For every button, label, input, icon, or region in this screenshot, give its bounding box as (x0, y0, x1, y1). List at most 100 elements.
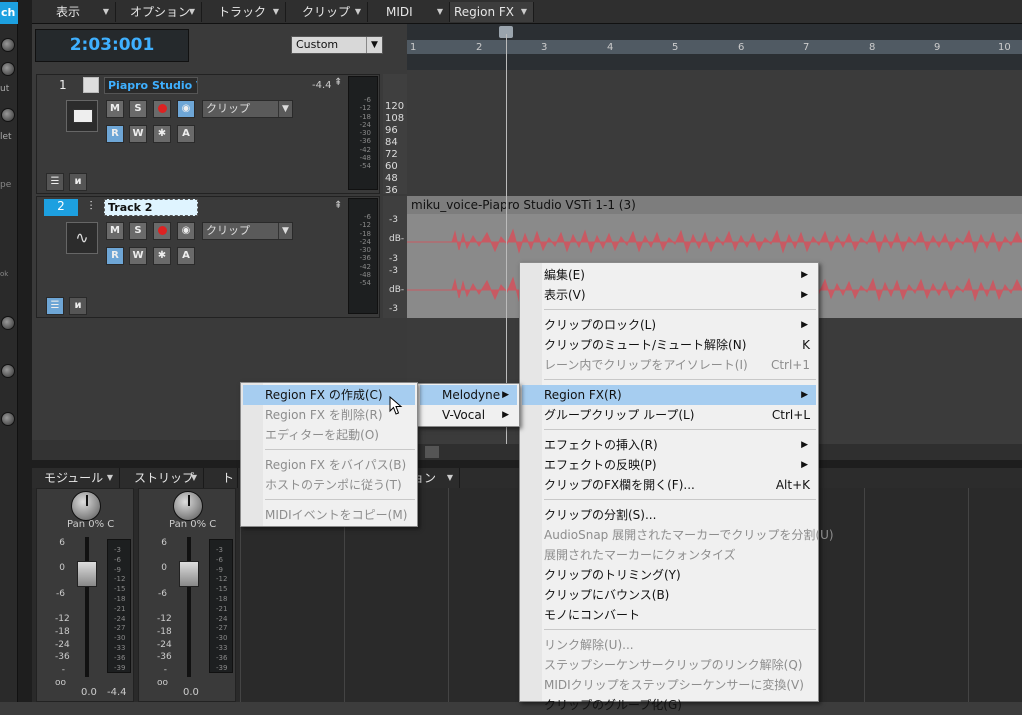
chevron-down-icon: ▼ (106, 473, 113, 482)
channel-tab[interactable]: ch (0, 2, 18, 24)
menu-item-v-vocal[interactable]: V-Vocal ▶ (420, 405, 517, 425)
waveform-icon[interactable]: ∿ (66, 222, 98, 254)
fader-scale: -6 (158, 588, 167, 599)
mute-button[interactable]: M (106, 222, 124, 240)
knob-icon[interactable] (1, 412, 15, 426)
ruler-bar[interactable] (407, 40, 1022, 54)
time-display[interactable]: 2:03:001 (35, 29, 189, 62)
menu-item-view[interactable]: 表示(V) ▶ (522, 285, 816, 305)
record-icon (157, 104, 167, 113)
menu-modules[interactable]: モジュール ▼ (36, 468, 120, 488)
menu-item-convert-to-step-sequencer[interactable]: MIDIクリップをステップシーケンサーに変換(V) (522, 675, 816, 695)
write-automation-button[interactable]: W (129, 247, 147, 265)
knob-icon[interactable] (1, 316, 15, 330)
menu-item-clip-mute[interactable]: クリップのミュート/ミュート解除(N) K (522, 335, 816, 355)
lanes-icon[interactable]: ☰ (46, 297, 64, 315)
menu-item-convert-to-mono[interactable]: モノにコンバート (522, 605, 816, 625)
db-scale: -3 dB- -3 -3 dB- -3 (383, 196, 407, 318)
menu-item-region-fx[interactable]: Region FX(R) ▶ (522, 385, 816, 405)
menu-item-bounce-to-clip[interactable]: クリップにバウンス(B) (522, 585, 816, 605)
record-arm-button[interactable] (153, 222, 171, 240)
menu-item-melodyne[interactable]: Melodyne ▶ (420, 385, 517, 405)
menu-item-groove-clip-loop[interactable]: グループクリップ ループ(L) Ctrl+L (522, 405, 816, 425)
menu-item-audiosnap-split[interactable]: AudioSnap 展開されたマーカーでクリップを分割(U) (522, 525, 834, 545)
menu-item-copy-midi-events[interactable]: MIDIイベントをコピー(M) (243, 505, 415, 525)
menu-item-split-clip[interactable]: クリップの分割(S)... (522, 505, 816, 525)
expand-icon[interactable]: ⇞ (334, 200, 342, 211)
scale-label: -3 (389, 304, 398, 314)
track-input-select[interactable]: クリップ ▼ (202, 100, 293, 118)
peak-value: -4.4 (107, 687, 127, 698)
menu-label: オプション (130, 5, 191, 19)
scroll-thumb[interactable] (425, 446, 439, 458)
region-fx-submenu: Melodyne ▶ V-Vocal ▶ (417, 383, 520, 427)
instrument-icon[interactable] (66, 100, 98, 132)
menu-item-open-clip-fx[interactable]: クリップのFX欄を開く(F)... Alt+K (522, 475, 816, 495)
track-name-field[interactable]: Track 2 (104, 199, 198, 216)
menu-item-trim-clip[interactable]: クリップのトリミング(Y) (522, 565, 816, 585)
clip-title[interactable]: miku_voice-Piapro Studio VSTi 1-1 (3) (407, 196, 1022, 214)
menu-item-unlink-step-sequencer[interactable]: ステップシーケンサークリップのリンク解除(Q) (522, 655, 816, 675)
input-value: クリップ (206, 224, 250, 237)
chevron-down-icon: ▼ (272, 7, 279, 16)
pan-knob[interactable] (71, 491, 101, 521)
menu-region-fx[interactable]: Region FX ▼ (450, 2, 534, 22)
track-number[interactable]: 2 (44, 199, 78, 216)
volume-fader[interactable] (77, 561, 97, 587)
solo-button[interactable]: S (129, 100, 147, 118)
menu-item-clip-lock[interactable]: クリップのロック(L) ▶ (522, 315, 816, 335)
knob-icon[interactable] (1, 364, 15, 378)
menu-item-unlink[interactable]: リンク解除(U)... (522, 635, 816, 655)
track-name-field[interactable]: Piapro Studio V (104, 77, 198, 94)
freeze-button[interactable]: ✱ (153, 125, 171, 143)
menu-options[interactable]: オプション ▼ (116, 2, 202, 22)
knob-icon[interactable] (1, 108, 15, 122)
expand-icon[interactable]: ⇞ (334, 77, 342, 88)
track-input-select[interactable]: クリップ ▼ (202, 222, 293, 240)
read-automation-button[interactable]: R (106, 125, 124, 143)
clip-context-menu: 編集(E) ▶ 表示(V) ▶ クリップのロック(L) ▶ クリップのミュート/ミュー… (519, 262, 834, 712)
preset-select[interactable]: Custom ▼ (291, 36, 383, 54)
fader-scale: -18 (157, 626, 172, 637)
menu-item-label: クリップのトリミング(Y) (544, 568, 681, 582)
automation-icon[interactable]: ᴎ (69, 173, 87, 191)
volume-fader[interactable] (179, 561, 199, 587)
archive-button[interactable]: A (177, 125, 195, 143)
automation-icon[interactable]: ᴎ (69, 297, 87, 315)
menu-item-isolate-clip[interactable]: レーン内でクリップをアイソレート(I) Ctrl+1 (522, 355, 816, 375)
menu-view[interactable]: 表示 ▼ (32, 2, 116, 22)
menu-item-apply-effect[interactable]: エフェクトの反映(P) ▶ (522, 455, 816, 475)
splitter[interactable] (18, 0, 32, 702)
strip-label: ut (0, 84, 10, 94)
menu-item-edit[interactable]: 編集(E) ▶ (522, 265, 816, 285)
menu-track[interactable]: トラック ▼ (202, 2, 286, 22)
archive-button[interactable]: A (177, 247, 195, 265)
freeze-button[interactable]: ✱ (153, 247, 171, 265)
write-automation-button[interactable]: W (129, 125, 147, 143)
pan-knob[interactable] (173, 491, 203, 521)
read-automation-button[interactable]: R (106, 247, 124, 265)
submenu-arrow-icon: ▶ (801, 270, 808, 280)
input-echo-button[interactable]: ◉ (177, 100, 195, 118)
knob-icon[interactable] (1, 62, 15, 76)
menu-midi[interactable]: MIDI ▼ (368, 2, 450, 22)
menu-track[interactable]: トラ (208, 468, 238, 505)
lanes-icon[interactable]: ☰ (46, 173, 64, 191)
menu-strips[interactable]: ストリップ ▼ (124, 468, 204, 488)
menu-clip[interactable]: クリップ ▼ (286, 2, 368, 22)
menu-item-insert-effect[interactable]: エフェクトの挿入(R) ▶ (522, 435, 816, 455)
menu-item-quantize-markers[interactable]: 展開されたマーカーにクォンタイズ (522, 545, 816, 565)
menu-item-follow-host-tempo[interactable]: ホストのテンポに従う(T) (243, 475, 415, 495)
piano-icon (83, 77, 99, 93)
knob-icon[interactable] (1, 38, 15, 52)
mute-button[interactable]: M (106, 100, 124, 118)
menu-separator (544, 499, 816, 500)
menu-item-group-clips[interactable]: クリップのグループ化(G) (522, 695, 816, 715)
menu-item-bypass-region-fx[interactable]: Region FX をバイパス(B) (243, 455, 415, 475)
record-arm-button[interactable] (153, 100, 171, 118)
menu-item-label: MIDIクリップをステップシーケンサーに変換(V) (544, 678, 804, 692)
input-echo-button[interactable]: ◉ (177, 222, 195, 240)
ruler-tick: 1 (410, 42, 417, 53)
menu-item-open-editor[interactable]: エディターを起動(O) (243, 425, 415, 445)
solo-button[interactable]: S (129, 222, 147, 240)
